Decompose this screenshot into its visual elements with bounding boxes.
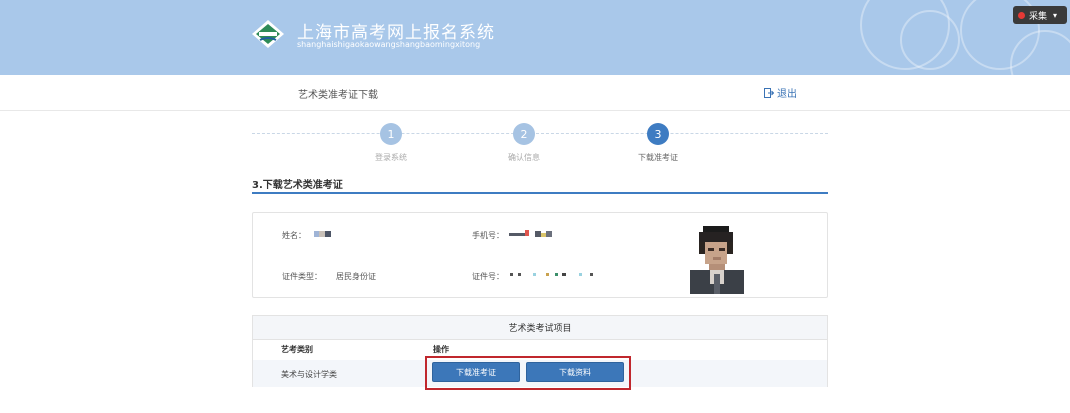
site-header: 上海市高考网上报名系统 shanghaishigaokaowangshangba…	[0, 0, 1070, 75]
phone-label: 手机号：	[472, 231, 504, 240]
record-dot-icon	[1018, 11, 1025, 19]
row-category: 美术与设计学类	[281, 370, 337, 379]
site-logo-icon	[252, 20, 284, 48]
step-1-label: 登录系统	[375, 153, 407, 162]
name-label: 姓名：	[282, 231, 306, 240]
logout-label: 退出	[777, 89, 797, 100]
cloud-decoration	[900, 10, 960, 70]
id-type-value: 居民身份证	[336, 272, 376, 281]
page-subbar: 艺术类准考证下载 退出	[0, 75, 1070, 111]
id-type-label: 证件类型：	[282, 272, 322, 281]
id-number-label: 证件号：	[472, 272, 504, 281]
step-2-label: 确认信息	[508, 153, 540, 162]
site-subtitle: shanghaishigaokaowangshangbaomingxitong	[297, 40, 481, 49]
section-title: 3.下载艺术类准考证	[252, 180, 343, 191]
step-1-circle: 1	[380, 123, 402, 145]
exam-items-title: 艺术类考试项目	[253, 316, 827, 340]
step-3-label: 下载准考证	[638, 153, 678, 162]
logout-link[interactable]: 退出	[764, 85, 797, 100]
logout-icon	[764, 87, 774, 98]
column-header-action: 操作	[433, 345, 449, 354]
page-title: 艺术类准考证下载	[298, 90, 378, 101]
collect-label: 采集	[1029, 11, 1048, 22]
column-header-category: 艺考类别	[281, 345, 313, 354]
chevron-down-icon: ▾	[1053, 10, 1058, 20]
collect-button[interactable]: 采集 ▾	[1013, 6, 1067, 24]
download-material-button[interactable]: 下载资料	[526, 362, 624, 382]
steps-divider	[252, 133, 828, 134]
candidate-photo	[686, 222, 748, 294]
section-divider	[252, 192, 828, 194]
step-2-circle: 2	[513, 123, 535, 145]
step-3-circle: 3	[647, 123, 669, 145]
download-ticket-button[interactable]: 下载准考证	[432, 362, 520, 382]
